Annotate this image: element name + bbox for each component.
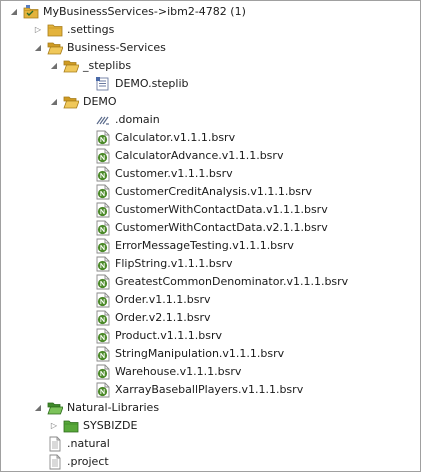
tree-item[interactable]: XarrayBaseballPlayers.v1.1.1.bsrv — [1, 381, 420, 399]
tree-item-label: GreatestCommonDenominator.v1.1.1.bsrv — [115, 275, 349, 288]
project-explorer-panel: ◢ MyBusinessServices->ibm2-4782 (1) ▷ .sett… — [0, 0, 421, 472]
natural-file-icon — [95, 201, 111, 219]
project-icon — [23, 3, 39, 21]
expand-arrow-collapsed-icon[interactable]: ▷ — [49, 417, 59, 435]
project-tree: ◢ MyBusinessServices->ibm2-4782 (1) ▷ .sett… — [1, 3, 420, 471]
tree-item[interactable]: ErrorMessageTesting.v1.1.1.bsrv — [1, 237, 420, 255]
natural-file-icon — [95, 381, 111, 399]
domain-icon — [95, 111, 111, 129]
tree-item[interactable]: ◢ Business-Services — [1, 39, 420, 57]
tree-item-label: _steplibs — [83, 59, 132, 72]
steplib-icon — [95, 75, 111, 93]
tree-item[interactable]: .project — [1, 453, 420, 471]
tree-item-label: .natural — [67, 437, 110, 450]
tree-item-label: Warehouse.v1.1.1.bsrv — [115, 365, 242, 378]
natural-file-icon — [95, 291, 111, 309]
tree-item-label: Calculator.v1.1.1.bsrv — [115, 131, 236, 144]
tree-item[interactable]: Warehouse.v1.1.1.bsrv — [1, 363, 420, 381]
tree-item-label: ErrorMessageTesting.v1.1.1.bsrv — [115, 239, 294, 252]
tree-item[interactable]: CustomerWithContactData.v2.1.1.bsrv — [1, 219, 420, 237]
expand-arrow-expanded-icon[interactable]: ◢ — [49, 93, 59, 111]
tree-item-label: Natural-Libraries — [67, 401, 160, 414]
tree-item[interactable]: ◢ DEMO — [1, 93, 420, 111]
expand-arrow-collapsed-icon[interactable]: ▷ — [33, 21, 43, 39]
tree-item[interactable]: ◢ MyBusinessServices->ibm2-4782 (1) — [1, 3, 420, 21]
natural-file-icon — [95, 147, 111, 165]
natural-file-icon — [95, 237, 111, 255]
tree-item-label: Product.v1.1.1.bsrv — [115, 329, 223, 342]
tree-item-label: FlipString.v1.1.1.bsrv — [115, 257, 233, 270]
tree-item[interactable]: ◢ _steplibs — [1, 57, 420, 75]
text-file-icon — [47, 435, 63, 453]
tree-item[interactable]: GreatestCommonDenominator.v1.1.1.bsrv — [1, 273, 420, 291]
tree-item[interactable]: Order.v2.1.1.bsrv — [1, 309, 420, 327]
tree-item-label: CustomerWithContactData.v1.1.1.bsrv — [115, 203, 328, 216]
tree-item-label: CalculatorAdvance.v1.1.1.bsrv — [115, 149, 284, 162]
expand-arrow-expanded-icon[interactable]: ◢ — [9, 3, 19, 21]
tree-item[interactable]: Calculator.v1.1.1.bsrv — [1, 129, 420, 147]
tree-item-label: Order.v1.1.1.bsrv — [115, 293, 211, 306]
folder-open-icon — [47, 39, 63, 57]
natural-file-icon — [95, 183, 111, 201]
natural-file-icon — [95, 219, 111, 237]
tree-item[interactable]: CustomerCreditAnalysis.v1.1.1.bsrv — [1, 183, 420, 201]
natural-file-icon — [95, 363, 111, 381]
tree-item-label: StringManipulation.v1.1.1.bsrv — [115, 347, 285, 360]
natural-file-icon — [95, 273, 111, 291]
tree-item[interactable]: ▷ SYSBIZDE — [1, 417, 420, 435]
natural-file-icon — [95, 327, 111, 345]
tree-item[interactable]: DEMO.steplib — [1, 75, 420, 93]
tree-item[interactable]: Product.v1.1.1.bsrv — [1, 327, 420, 345]
text-file-icon — [47, 453, 63, 471]
natural-file-icon — [95, 165, 111, 183]
tree-item[interactable]: StringManipulation.v1.1.1.bsrv — [1, 345, 420, 363]
tree-item-label: .project — [67, 455, 109, 468]
tree-item-label: CustomerWithContactData.v2.1.1.bsrv — [115, 221, 328, 234]
tree-item[interactable]: CustomerWithContactData.v1.1.1.bsrv — [1, 201, 420, 219]
natural-file-icon — [95, 255, 111, 273]
tree-item[interactable]: .natural — [1, 435, 420, 453]
folder-open-icon — [63, 93, 79, 111]
tree-item-label: .domain — [115, 113, 160, 126]
expand-arrow-expanded-icon[interactable]: ◢ — [33, 39, 43, 57]
tree-item-label: CustomerCreditAnalysis.v1.1.1.bsrv — [115, 185, 313, 198]
tree-item[interactable]: Order.v1.1.1.bsrv — [1, 291, 420, 309]
expand-arrow-expanded-icon[interactable]: ◢ — [33, 399, 43, 417]
tree-item-label: Business-Services — [67, 41, 166, 54]
folder-open-icon — [63, 57, 79, 75]
tree-item[interactable]: ◢ Natural-Libraries — [1, 399, 420, 417]
tree-item-label: DEMO — [83, 95, 117, 108]
tree-item[interactable]: Customer.v1.1.1.bsrv — [1, 165, 420, 183]
tree-item-label: SYSBIZDE — [83, 419, 138, 432]
natural-file-icon — [95, 129, 111, 147]
tree-item-label: XarrayBaseballPlayers.v1.1.1.bsrv — [115, 383, 304, 396]
tree-item-label: MyBusinessServices->ibm2-4782 (1) — [43, 5, 246, 18]
tree-item[interactable]: CalculatorAdvance.v1.1.1.bsrv — [1, 147, 420, 165]
tree-item[interactable]: .domain — [1, 111, 420, 129]
tree-item[interactable]: FlipString.v1.1.1.bsrv — [1, 255, 420, 273]
tree-item-label: Customer.v1.1.1.bsrv — [115, 167, 233, 180]
folder-green-icon — [47, 399, 63, 417]
natural-file-icon — [95, 345, 111, 363]
tree-item-label: Order.v2.1.1.bsrv — [115, 311, 211, 324]
expand-arrow-expanded-icon[interactable]: ◢ — [49, 57, 59, 75]
tree-item-label: DEMO.steplib — [115, 77, 189, 90]
folder-icon — [47, 21, 63, 39]
tree-item-label: .settings — [67, 23, 115, 36]
natural-file-icon — [95, 309, 111, 327]
library-icon — [63, 417, 79, 435]
tree-item[interactable]: ▷ .settings — [1, 21, 420, 39]
